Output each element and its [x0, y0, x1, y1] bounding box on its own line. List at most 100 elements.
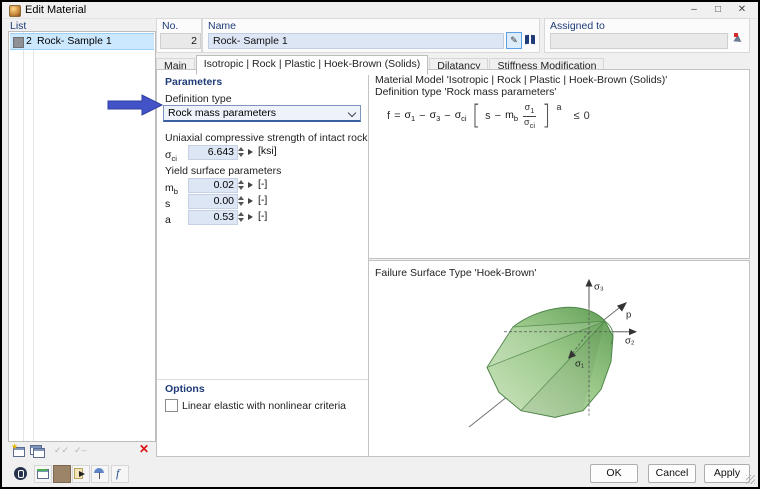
definition-type-dropdown[interactable]: Rock mass parameters: [163, 105, 361, 122]
axis-label-sigma1: σ₁: [575, 359, 584, 369]
name-label: Name: [208, 20, 237, 32]
assigned-to-label: Assigned to: [550, 20, 605, 32]
ok-button[interactable]: OK: [590, 464, 638, 483]
linear-elastic-checkbox-label: Linear elastic with nonlinear criteria: [182, 400, 346, 412]
transfer-icon[interactable]: [72, 465, 90, 483]
ucs-spinner[interactable]: [237, 145, 245, 159]
formula-token: ≤: [573, 110, 580, 123]
spinner-up-icon: [238, 147, 244, 151]
rendering-icon[interactable]: [91, 465, 109, 483]
maximize-icon[interactable]: □: [706, 2, 730, 17]
axis-label-sigma2: σ₂: [625, 335, 635, 345]
a-input[interactable]: 0.53: [188, 210, 238, 225]
parameters-header: Parameters: [165, 76, 223, 88]
list-toolbar: ★ ✓✓ ✓– ✕: [8, 442, 154, 459]
mb-unit: [-]: [258, 178, 268, 190]
spinner-down-icon: [238, 186, 244, 190]
formula-token: σci: [454, 109, 467, 124]
title-bar[interactable]: Edit Material – □ ✕: [2, 2, 758, 19]
spinner-up-icon: [238, 212, 244, 216]
hoek-brown-formula: f = σ1 − σ3 − σci [ s − mb σ1 σci ] a ≤ …: [387, 102, 590, 131]
list-item[interactable]: 2 Rock- Sample 1: [10, 33, 154, 50]
detail-arrow-icon[interactable]: [248, 198, 253, 204]
function-icon[interactable]: f: [111, 465, 129, 483]
rename-icon[interactable]: ✎: [506, 32, 522, 49]
mb-spinner[interactable]: [237, 178, 245, 192]
linear-elastic-checkbox[interactable]: [165, 399, 178, 412]
name-input[interactable]: Rock- Sample 1: [208, 33, 504, 49]
axis-label-p: p: [626, 309, 631, 319]
s-input[interactable]: 0.00: [188, 194, 238, 209]
formula-token: −: [444, 110, 451, 123]
options-header: Options: [165, 383, 205, 395]
select-all-icon[interactable]: ✓✓: [54, 443, 69, 457]
formula-token: 0: [583, 110, 590, 123]
resize-grip[interactable]: [746, 475, 755, 484]
formula-token: mb: [505, 109, 518, 124]
no-label: No.: [162, 20, 179, 32]
spinner-down-icon: [238, 218, 244, 222]
formula-token: σ1: [404, 109, 416, 124]
name-card: Name Rock- Sample 1 ✎: [202, 18, 540, 53]
spinner-down-icon: [238, 202, 244, 206]
s-unit: [-]: [258, 194, 268, 206]
a-unit: [-]: [258, 210, 268, 222]
library-book-icon[interactable]: [523, 32, 537, 47]
edit-material-dialog: Edit Material – □ ✕ List 2 Rock- Sample …: [2, 2, 758, 487]
detail-arrow-icon[interactable]: [248, 214, 253, 220]
list-item-number: 2: [26, 35, 32, 47]
formula-fraction: σ1 σci: [523, 102, 536, 130]
minimize-icon[interactable]: –: [682, 2, 706, 17]
ucs-label: Uniaxial compressive strength of intact …: [165, 132, 368, 144]
failure-surface-panel: Failure Surface Type 'Hoek-Brown' σ₃ σ₂ …: [368, 260, 750, 457]
delete-material-icon[interactable]: ✕: [139, 442, 149, 457]
cancel-button[interactable]: Cancel: [648, 464, 696, 483]
new-material-icon[interactable]: ★: [11, 443, 26, 457]
material-info-icon[interactable]: [14, 467, 27, 480]
hoek-brown-surface-diagram: σ₃ σ₂ p σ₁: [468, 278, 637, 428]
copy-material-icon[interactable]: [30, 444, 45, 458]
material-list[interactable]: 2 Rock- Sample 1: [8, 31, 156, 442]
tab-isotropic-rock-plastic-hoek-brown[interactable]: Isotropic | Rock | Plastic | Hoek-Brown …: [195, 55, 429, 75]
assigned-to-input[interactable]: [550, 33, 728, 49]
yield-row-a: a 0.53 [-]: [165, 210, 360, 226]
detail-arrow-icon[interactable]: [248, 149, 253, 155]
formula-token: −: [419, 110, 426, 123]
apply-button[interactable]: Apply: [704, 464, 750, 483]
a-symbol: a: [165, 214, 171, 226]
material-model-line: Material Model 'Isotropic | Rock | Plast…: [375, 74, 668, 86]
s-spinner[interactable]: [237, 194, 245, 208]
bracket-close: ]: [542, 100, 551, 132]
bracket-open: [: [471, 100, 481, 132]
deselect-all-icon[interactable]: ✓–: [74, 443, 87, 457]
no-field: 2: [160, 33, 201, 49]
yield-params-label: Yield surface parameters: [165, 165, 282, 177]
list-column-divider: [33, 32, 34, 441]
mb-input[interactable]: 0.02: [188, 178, 238, 193]
formula-exponent: a: [556, 102, 562, 112]
options-divider: [157, 379, 368, 380]
dialog-title: Edit Material: [25, 4, 87, 16]
yield-row-s: s 0.00 [-]: [165, 194, 360, 210]
formula-token: σ3: [429, 109, 441, 124]
assigned-to-card: Assigned to: [544, 18, 750, 53]
a-spinner[interactable]: [237, 210, 245, 224]
definition-type-line: Definition type 'Rock mass parameters': [375, 86, 557, 98]
formula-token: −: [494, 110, 502, 123]
pick-objects-icon[interactable]: [731, 32, 746, 47]
ucs-input[interactable]: 6.643: [188, 145, 238, 160]
detail-arrow-icon[interactable]: [248, 182, 253, 188]
spinner-up-icon: [238, 196, 244, 200]
spinner-up-icon: [238, 180, 244, 184]
color-swatch-icon[interactable]: [53, 465, 71, 483]
material-color-swatch: [13, 37, 24, 48]
ucs-symbol: σci: [165, 149, 177, 164]
ucs-row: σci 6.643 [ksi]: [165, 145, 360, 164]
display-settings-icon[interactable]: [34, 465, 52, 483]
spinner-down-icon: [238, 153, 244, 157]
list-column-divider: [23, 32, 24, 441]
s-symbol: s: [165, 198, 171, 210]
formula-token: =: [394, 110, 401, 123]
yield-row-mb: mb 0.02 [-]: [165, 178, 360, 196]
close-icon[interactable]: ✕: [730, 2, 754, 17]
